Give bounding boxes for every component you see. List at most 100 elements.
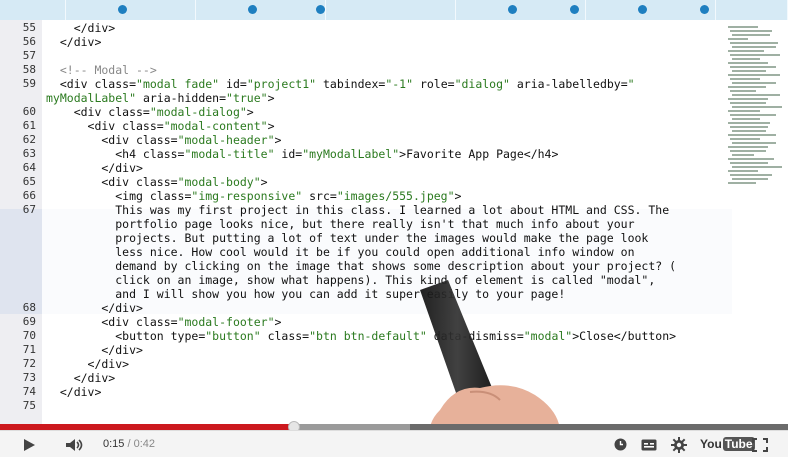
fullscreen-button[interactable] (748, 431, 772, 458)
line-number: 73 (22, 371, 36, 384)
browser-tab-bar (0, 0, 788, 20)
tab[interactable] (0, 0, 66, 20)
text-token: src= (302, 189, 337, 203)
string-token: "img-responsive" (191, 189, 303, 203)
duration: 0:42 (133, 438, 156, 450)
tab[interactable] (456, 0, 586, 20)
text-token: > (246, 105, 254, 119)
line-number: 71 (22, 343, 36, 356)
code-line[interactable]: </div> (46, 343, 143, 357)
minimap-line (728, 110, 760, 112)
code-line[interactable]: This was my first project in this class.… (46, 203, 669, 217)
minimap-line (732, 106, 782, 108)
code-line[interactable]: </div> (46, 357, 130, 371)
code-line[interactable]: <h4 class="modal-title" id="myModalLabel… (46, 147, 558, 161)
code-line[interactable]: <div class="modal fade" id="project1" ta… (46, 77, 635, 91)
code-line[interactable]: </div> (46, 385, 102, 399)
text-token: </div> (46, 343, 143, 357)
tab-dot-icon (570, 5, 579, 14)
text-token: aria-labelledby= (509, 77, 628, 91)
settings-button[interactable] (668, 431, 690, 458)
code-editor[interactable]: 55 </div> 56 </div> 57 58 <!-- Modal --> 59 … (0, 20, 788, 424)
volume-button[interactable] (60, 431, 90, 458)
code-line[interactable]: </div> (46, 371, 116, 385)
string-token: "modal fade" (136, 77, 220, 91)
string-token: "modal-title" (184, 147, 275, 161)
code-line[interactable]: <div class="modal-dialog"> (46, 105, 254, 119)
code-line[interactable]: <div class="modal-footer"> (46, 315, 281, 329)
string-token: "dialog" (454, 77, 510, 91)
line-number: 57 (22, 49, 36, 62)
string-token: "modal-content" (163, 119, 268, 133)
tab-dot-icon (700, 5, 709, 14)
code-line[interactable]: <div class="modal-header"> (46, 133, 281, 147)
code-line[interactable]: click on an image, show what happens). T… (46, 273, 655, 287)
text-token: </div> (46, 371, 116, 385)
text-token: <div class= (46, 77, 137, 91)
text-token: > (274, 133, 282, 147)
play-button[interactable] (14, 431, 44, 458)
text-token: </div> (46, 21, 116, 35)
text-token: click on an image, show what happens). T… (46, 273, 656, 287)
watch-later-button[interactable] (610, 431, 630, 458)
minimap-line (730, 138, 760, 140)
minimap-line (732, 94, 780, 96)
line-number: 66 (22, 189, 36, 202)
code-line[interactable]: demand by clicking on the image that sho… (46, 259, 676, 273)
text-token: </div> (46, 301, 143, 315)
string-token: "modal-footer" (177, 315, 275, 329)
tab[interactable] (316, 0, 456, 20)
minimap-line (732, 142, 776, 144)
string-token: "modal-dialog" (149, 105, 247, 119)
code-line[interactable]: <!-- Modal --> (46, 63, 157, 77)
text-token: > (274, 315, 282, 329)
code-line[interactable]: </div> (46, 301, 143, 315)
text-token: </div> (46, 161, 143, 175)
tab[interactable] (196, 0, 326, 20)
current-time: 0:15 (103, 438, 125, 450)
line-number: 58 (22, 63, 36, 76)
minimap-line (730, 78, 760, 80)
text-token: tabindex= (316, 77, 386, 91)
code-line[interactable]: </div> (46, 161, 143, 175)
line-number: 68 (22, 301, 36, 314)
minimap-line (730, 114, 776, 116)
text-token: > (454, 189, 462, 203)
tab-dot-icon (248, 5, 257, 14)
line-number: 62 (22, 133, 36, 146)
code-line[interactable]: <button type="button" class="btn btn-def… (46, 329, 676, 343)
line-number: 64 (22, 161, 36, 174)
minimap-line (730, 90, 756, 92)
tab[interactable] (586, 0, 716, 20)
youtube-logo-you: You (700, 437, 722, 451)
minimap-line (732, 178, 768, 180)
code-line[interactable]: <div class="modal-body"> (46, 175, 268, 189)
gear-icon (671, 436, 687, 453)
captions-icon (641, 439, 657, 450)
code-line[interactable]: </div> (46, 21, 116, 35)
text-token: <div class= (46, 105, 150, 119)
captions-button[interactable] (638, 431, 660, 458)
minimap-line (730, 54, 780, 56)
code-line[interactable]: myModalLabel" aria-hidden="true"> (46, 91, 275, 105)
code-line[interactable]: <div class="modal-content"> (46, 119, 275, 133)
tab-dot-icon (638, 5, 647, 14)
tab[interactable] (66, 0, 196, 20)
text-token: <div class= (46, 315, 178, 329)
minimap-line (728, 98, 768, 100)
code-minimap[interactable] (728, 20, 783, 424)
text-token: >Favorite App Page</h4> (399, 147, 559, 161)
play-icon (24, 438, 35, 451)
text-token: </div> (46, 385, 102, 399)
text-token: > (267, 119, 275, 133)
text-token: > (260, 175, 268, 189)
youtube-logo[interactable]: You Tube (700, 437, 755, 451)
line-number: 61 (22, 119, 36, 132)
code-line[interactable]: </div> (46, 35, 102, 49)
minimap-line (728, 134, 776, 136)
minimap-line (732, 58, 760, 60)
code-line[interactable]: <img class="img-responsive" src="images/… (46, 189, 461, 203)
minimap-line (728, 122, 770, 124)
tab[interactable] (716, 0, 788, 20)
string-token: "modal-header" (177, 133, 275, 147)
